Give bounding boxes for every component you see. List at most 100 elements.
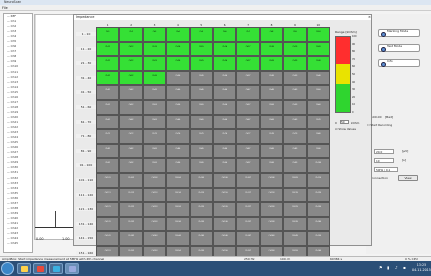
electrode-cell[interactable]: Ch40 bbox=[306, 70, 330, 86]
view-button[interactable]: View bbox=[398, 175, 418, 181]
electrode-cell[interactable]: Ch79 bbox=[283, 129, 307, 144]
electrode-cell[interactable]: Ch140 bbox=[306, 216, 330, 232]
electrode-cell[interactable]: Ch10 bbox=[306, 27, 330, 42]
network-icon[interactable]: ▮ bbox=[387, 266, 391, 270]
electrode-cell[interactable]: Ch21 bbox=[96, 56, 120, 71]
electrode-cell[interactable]: Ch14 bbox=[166, 41, 190, 57]
electrode-cell[interactable]: Ch121 bbox=[96, 202, 120, 217]
electrode-cell[interactable]: Ch117 bbox=[236, 187, 260, 203]
electrode-cell[interactable]: Ch25 bbox=[189, 56, 213, 71]
info-button[interactable]: Info bbox=[378, 59, 420, 67]
electrode-cell[interactable]: Ch135 bbox=[189, 216, 213, 232]
electrode-cell[interactable]: Ch108 bbox=[259, 173, 284, 188]
electrode-cell[interactable]: Ch32 bbox=[119, 70, 143, 86]
electrode-cell[interactable]: Ch123 bbox=[142, 202, 167, 217]
electrode-cell[interactable]: Ch70 bbox=[306, 114, 330, 130]
electrode-cell[interactable]: Ch81 bbox=[96, 143, 120, 159]
electrode-cell[interactable]: Ch90 bbox=[306, 143, 330, 159]
electrode-cell[interactable]: Ch15 bbox=[189, 41, 213, 57]
electrode-cell[interactable]: Ch107 bbox=[236, 173, 260, 188]
electrode-cell[interactable]: Ch23 bbox=[142, 56, 167, 71]
electrode-cell[interactable]: Ch89 bbox=[283, 143, 307, 159]
electrode-cell[interactable]: Ch77 bbox=[236, 129, 260, 144]
electrode-cell[interactable]: Ch103 bbox=[142, 173, 167, 188]
electrode-cell[interactable]: Ch104 bbox=[166, 173, 190, 188]
test-mode-button[interactable]: Test Mode bbox=[378, 44, 420, 52]
electrode-cell[interactable]: Ch41 bbox=[96, 85, 120, 100]
show-values-checkbox[interactable]: ☑ Show Values bbox=[335, 127, 356, 131]
clock[interactable]: 13:25 04.11.2015 bbox=[412, 263, 431, 272]
electrode-cell[interactable]: Ch139 bbox=[283, 216, 307, 232]
taskbar-app-folder[interactable] bbox=[49, 263, 63, 274]
electrode-cell[interactable]: Ch47 bbox=[236, 85, 260, 100]
electrode-cell[interactable]: Ch64 bbox=[166, 114, 190, 130]
electrode-cell[interactable]: Ch46 bbox=[213, 85, 237, 100]
close-icon[interactable]: × bbox=[367, 15, 372, 20]
electrode-cell[interactable]: Ch20 bbox=[306, 41, 330, 57]
electrode-cell[interactable]: Ch3 bbox=[142, 27, 167, 42]
electrode-cell[interactable]: Ch29 bbox=[283, 56, 307, 71]
electrode-cell[interactable]: Ch126 bbox=[213, 202, 237, 217]
electrode-cell[interactable]: Ch55 bbox=[189, 100, 213, 115]
electrode-cell[interactable]: Ch110 bbox=[306, 173, 330, 188]
electrode-cell[interactable]: Ch2 bbox=[119, 27, 143, 42]
electrode-cell[interactable]: Ch36 bbox=[213, 70, 237, 86]
electrode-cell[interactable]: Ch150 bbox=[306, 231, 330, 246]
electrode-cell[interactable]: Ch95 bbox=[189, 158, 213, 173]
electrode-cell[interactable]: Ch112 bbox=[119, 187, 143, 203]
electrode-cell[interactable]: Ch31 bbox=[96, 70, 120, 86]
electrode-cell[interactable]: Ch1 bbox=[96, 27, 120, 42]
electrode-cell[interactable]: Ch130 bbox=[306, 202, 330, 217]
electrode-cell[interactable]: Ch134 bbox=[166, 216, 190, 232]
electrode-cell[interactable]: Ch85 bbox=[189, 143, 213, 159]
electrode-cell[interactable]: Ch115 bbox=[189, 187, 213, 203]
electrode-cell[interactable]: Ch9 bbox=[283, 27, 307, 42]
start-recording-checkbox[interactable]: ☐ Start Recording bbox=[367, 123, 392, 127]
electrode-cell[interactable]: Ch6 bbox=[213, 27, 237, 42]
electrode-cell[interactable]: Ch65 bbox=[189, 114, 213, 130]
electrode-cell[interactable]: Ch80 bbox=[306, 129, 330, 144]
electrode-cell[interactable]: Ch51 bbox=[96, 100, 120, 115]
electrode-cell[interactable]: Ch102 bbox=[119, 173, 143, 188]
electrode-cell[interactable]: Ch71 bbox=[96, 129, 120, 144]
electrode-cell[interactable]: Ch34 bbox=[166, 70, 190, 86]
electrode-cell[interactable]: Ch143 bbox=[142, 231, 167, 246]
electrode-cell[interactable]: Ch109 bbox=[283, 173, 307, 188]
flag-icon[interactable]: ⚑ bbox=[379, 266, 383, 270]
electrode-cell[interactable]: Ch113 bbox=[142, 187, 167, 203]
electrode-cell[interactable]: Ch56 bbox=[213, 100, 237, 115]
electrode-cell[interactable]: Ch127 bbox=[236, 202, 260, 217]
electrode-cell[interactable]: Ch86 bbox=[213, 143, 237, 159]
electrode-cell[interactable]: Ch37 bbox=[236, 70, 260, 86]
taskbar-app-explorer[interactable] bbox=[17, 263, 31, 274]
electrode-cell[interactable]: Ch33 bbox=[142, 70, 167, 86]
battery-icon[interactable]: ▪ bbox=[403, 266, 407, 270]
electrode-cell[interactable]: Ch53 bbox=[142, 100, 167, 115]
electrode-cell[interactable]: Ch99 bbox=[283, 158, 307, 173]
electrode-cell[interactable]: Ch83 bbox=[142, 143, 167, 159]
electrode-cell[interactable]: Ch106 bbox=[213, 173, 237, 188]
electrode-cell[interactable]: Ch72 bbox=[119, 129, 143, 144]
electrode-cell[interactable]: Ch125 bbox=[189, 202, 213, 217]
electrode-cell[interactable]: Ch30 bbox=[306, 56, 330, 71]
electrode-cell[interactable]: Ch12 bbox=[119, 41, 143, 57]
electrode-cell[interactable]: Ch8 bbox=[259, 27, 284, 42]
electrode-cell[interactable]: Ch11 bbox=[96, 41, 120, 57]
electrode-cell[interactable]: Ch144 bbox=[166, 231, 190, 246]
electrode-cell[interactable]: Ch28 bbox=[259, 56, 284, 71]
electrode-cell[interactable]: Ch49 bbox=[283, 85, 307, 100]
electrode-cell[interactable]: Ch87 bbox=[236, 143, 260, 159]
electrode-cell[interactable]: Ch101 bbox=[96, 173, 120, 188]
filter-select[interactable]: 50Hz / 0.1 bbox=[374, 167, 398, 172]
electrode-cell[interactable]: Ch62 bbox=[119, 114, 143, 130]
electrode-cell[interactable]: Ch63 bbox=[142, 114, 167, 130]
electrode-cell[interactable]: Ch82 bbox=[119, 143, 143, 159]
electrode-cell[interactable]: Ch100 bbox=[306, 158, 330, 173]
electrode-cell[interactable]: Ch149 bbox=[283, 231, 307, 246]
electrode-cell[interactable]: Ch59 bbox=[283, 100, 307, 115]
electrode-cell[interactable]: Ch111 bbox=[96, 187, 120, 203]
electrode-cell[interactable]: Ch128 bbox=[259, 202, 284, 217]
marking-mode-button[interactable]: Marking Mode bbox=[378, 29, 420, 37]
electrode-cell[interactable]: Ch96 bbox=[213, 158, 237, 173]
start-button[interactable] bbox=[1, 262, 14, 275]
